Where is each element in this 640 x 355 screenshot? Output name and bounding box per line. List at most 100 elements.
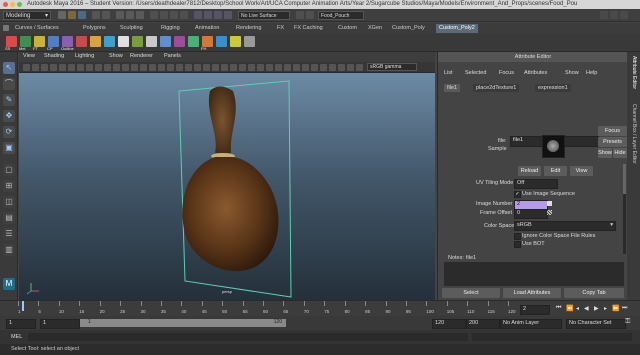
select-component-icon[interactable]	[136, 11, 144, 19]
character-set-dropdown[interactable]: No Character Set	[566, 319, 626, 329]
go-to-start-icon[interactable]: ⏮	[556, 305, 561, 312]
attribute-editor-menu-item[interactable]: Help	[586, 70, 597, 76]
shelf-tab[interactable]: Polygons	[80, 24, 109, 33]
keyable-toggle-icon[interactable]	[547, 201, 552, 206]
edit-button[interactable]: Edit	[544, 166, 567, 176]
viewport-toolbar-icon[interactable]	[176, 64, 183, 71]
pouch-body[interactable]	[182, 157, 279, 272]
time-slider[interactable]: 1 5 10 15 20 25 30 35 40 45 50 55 60 65 70 75 80 85 90 95 10…	[0, 300, 640, 316]
viewport-menu-item[interactable]: Renderer	[130, 53, 153, 59]
load-attributes-button[interactable]: Load Attributes	[503, 288, 561, 298]
step-back-key-icon[interactable]: ⏪	[566, 305, 573, 312]
shelf-button[interactable]	[132, 36, 143, 47]
viewport-3d[interactable]: persp	[19, 73, 435, 300]
mel-label[interactable]: MEL	[11, 334, 22, 340]
playback-start-field[interactable]: 1	[40, 319, 80, 329]
viewport-toolbar-icon[interactable]	[95, 64, 102, 71]
shelf-tab[interactable]: Animation	[192, 24, 222, 33]
viewport-toolbar-icon[interactable]	[266, 64, 273, 71]
zoom-window-button[interactable]	[17, 2, 22, 7]
shelf-button[interactable]	[244, 36, 255, 47]
shelf-button[interactable]	[216, 36, 227, 47]
snap-view-plane-icon[interactable]	[180, 11, 188, 19]
paint-select-tool-icon[interactable]: ✎	[3, 94, 15, 106]
save-scene-icon[interactable]	[78, 11, 86, 19]
color-space-select[interactable]: sRGB ▾	[514, 221, 616, 231]
history-icon[interactable]	[194, 11, 202, 19]
ignore-color-space-checkbox[interactable]	[514, 233, 521, 240]
shelf-button[interactable]	[118, 36, 129, 47]
side-tab-channel-box[interactable]: Channel Box / Layer Editor	[631, 104, 637, 164]
viewport-toolbar-icon[interactable]	[167, 64, 174, 71]
rotate-tool-icon[interactable]: ⟳	[3, 126, 15, 138]
notes-textarea[interactable]	[444, 262, 624, 286]
shelf-tab[interactable]: Rigging	[158, 24, 183, 33]
color-space-dropdown[interactable]: sRGB gamma	[367, 63, 417, 71]
redo-icon[interactable]	[102, 11, 110, 19]
viewport-toolbar-icon[interactable]	[140, 64, 147, 71]
mel-input[interactable]	[28, 333, 468, 341]
modeling-toolkit-icon[interactable]	[600, 11, 608, 19]
viewport-toolbar-icon[interactable]	[212, 64, 219, 71]
snap-grid-icon[interactable]	[150, 11, 158, 19]
symmetry-icon[interactable]	[296, 11, 304, 19]
viewport-toolbar-icon[interactable]	[329, 64, 336, 71]
step-forward-key-icon[interactable]: ⏩	[612, 305, 619, 312]
render-settings-icon[interactable]	[224, 11, 232, 19]
shelf-button[interactable]	[146, 36, 157, 47]
connect-texture-icon[interactable]	[547, 210, 552, 215]
shelf-button[interactable]	[174, 36, 185, 47]
shelf-tab[interactable]: FX Caching	[291, 24, 326, 33]
attribute-editor-tab[interactable]: place2dTexture1	[473, 84, 520, 92]
layout-four-icon[interactable]: ⊞	[3, 180, 15, 192]
viewport-toolbar-icon[interactable]	[131, 64, 138, 71]
viewport-menu-item[interactable]: Lighting	[75, 53, 94, 59]
viewport-toolbar-icon[interactable]	[194, 64, 201, 71]
presets-button[interactable]: Presets	[598, 137, 627, 147]
scrollbar-thumb[interactable]	[623, 164, 626, 194]
select-hierarchy-icon[interactable]	[116, 11, 124, 19]
viewport-toolbar-icon[interactable]	[275, 64, 282, 71]
shelf-tab[interactable]: Curves / Surfaces	[12, 24, 62, 33]
viewport-toolbar-icon[interactable]	[311, 64, 318, 71]
animation-end-field[interactable]: 200	[466, 319, 500, 329]
viewport-toolbar-icon[interactable]	[77, 64, 84, 71]
input-line-icon[interactable]	[306, 11, 314, 19]
shelf-button[interactable]	[90, 36, 101, 47]
current-time-indicator[interactable]	[22, 301, 25, 311]
menu-set-dropdown[interactable]: Modeling ▾	[3, 11, 51, 20]
shelf-button[interactable]	[160, 36, 171, 47]
viewport-toolbar-icon[interactable]	[158, 64, 165, 71]
use-bot-checkbox[interactable]	[514, 241, 521, 248]
viewport-toolbar-icon[interactable]	[293, 64, 300, 71]
viewport-menu-item[interactable]: Panels	[164, 53, 181, 59]
viewport-toolbar-icon[interactable]	[32, 64, 39, 71]
attribute-editor-menu-item[interactable]: Show	[565, 70, 579, 76]
move-tool-icon[interactable]: ✥	[3, 110, 15, 122]
viewport-toolbar-icon[interactable]	[248, 64, 255, 71]
viewport-menu-item[interactable]: Shading	[44, 53, 64, 59]
hide-button[interactable]: Hide	[613, 148, 627, 158]
play-forwards-icon[interactable]: ▶	[594, 305, 599, 312]
viewport-toolbar-icon[interactable]	[284, 64, 291, 71]
pouch-neck[interactable]	[208, 86, 236, 154]
show-button[interactable]: Show	[598, 148, 612, 158]
step-forward-frame-icon[interactable]: ▸	[604, 305, 607, 312]
viewport-toolbar-icon[interactable]	[50, 64, 57, 71]
viewport-toolbar-icon[interactable]	[230, 64, 237, 71]
layout-outliner-icon[interactable]: ☰	[3, 228, 15, 240]
viewport-toolbar-icon[interactable]	[347, 64, 354, 71]
viewport-toolbar-icon[interactable]	[113, 64, 120, 71]
frame-offset-field[interactable]: 0	[514, 209, 548, 219]
snap-curve-icon[interactable]	[160, 11, 168, 19]
focus-button[interactable]: Focus	[598, 126, 627, 136]
shelf-tab[interactable]: Custom_Poly	[389, 24, 428, 33]
side-tab-attribute-editor[interactable]: Attribute Editor	[631, 56, 637, 89]
viewport-toolbar-icon[interactable]	[302, 64, 309, 71]
shelf-tab[interactable]: FX	[274, 24, 287, 33]
viewport-toolbar-icon[interactable]	[59, 64, 66, 71]
snap-point-icon[interactable]	[170, 11, 178, 19]
select-tool-icon[interactable]: ↖	[3, 62, 15, 74]
layout-graph-icon[interactable]: ▥	[3, 244, 15, 256]
attribute-scrollbar[interactable]	[623, 164, 626, 254]
